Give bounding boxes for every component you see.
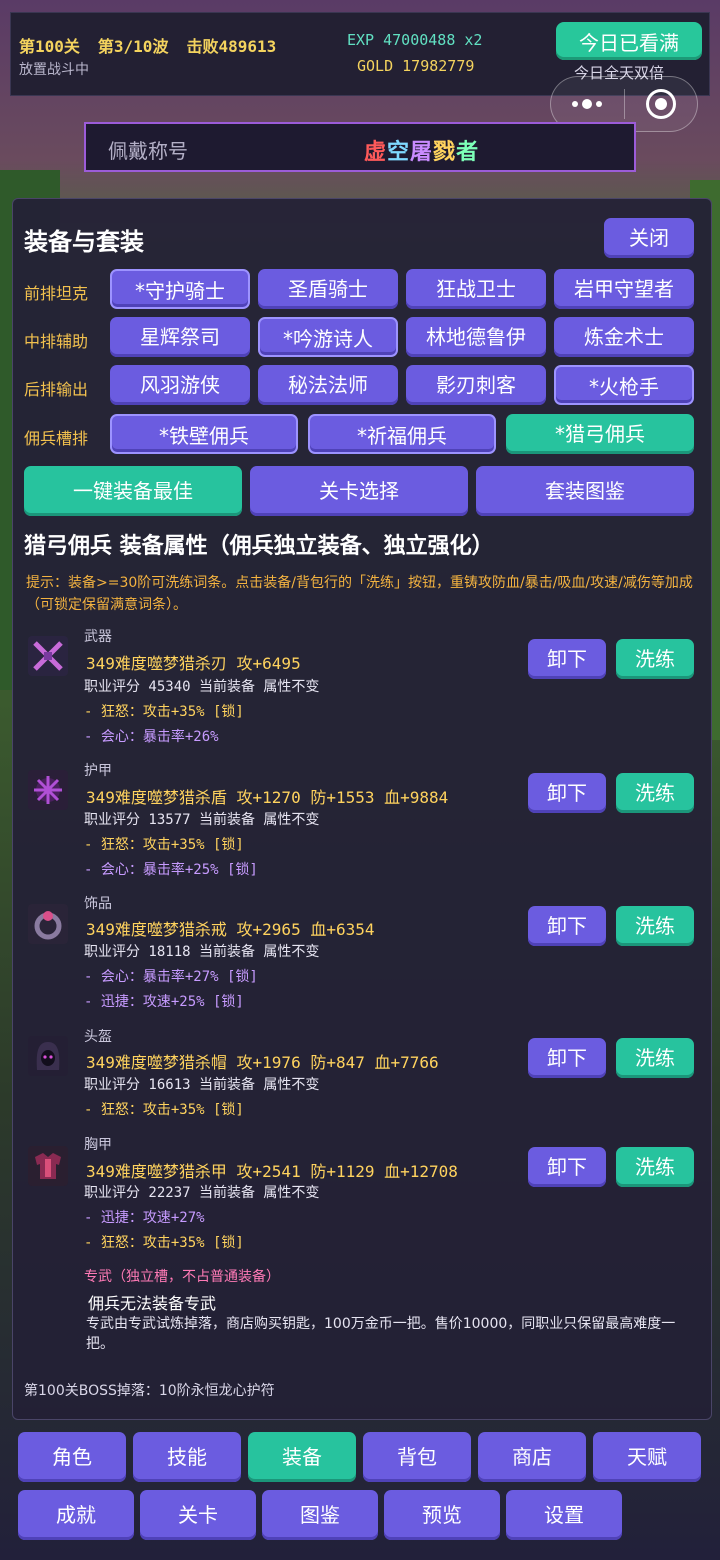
row-label-mid: 中排辅助 — [24, 332, 89, 351]
battle-progress: 第100关 第3/10波 击败489613 — [19, 33, 294, 57]
panel-title: 装备与套装 — [24, 228, 144, 256]
item-attr: - 狂怒：攻击+35% [锁] — [84, 704, 244, 720]
item-meta: 职业评分 13577 当前装备 属性不变 — [84, 812, 320, 828]
row-label-front: 前排坦克 — [24, 284, 89, 303]
watch-ad-button[interactable]: 今日已看满 — [556, 22, 702, 60]
unequip-button[interactable]: 卸下 — [528, 1038, 606, 1078]
defeated-count: 击败489613 — [186, 37, 277, 56]
class-iron-wall-merc[interactable]: *铁壁佣兵 — [110, 414, 298, 454]
exclusive-weapon-status: 佣兵无法装备专武 — [88, 1294, 217, 1313]
set-codex-button[interactable]: 套装图鉴 — [476, 466, 694, 516]
class-holy-shield-knight[interactable]: 圣盾骑士 — [258, 269, 398, 309]
nav-character[interactable]: 角色 — [18, 1432, 126, 1482]
reroll-button[interactable]: 洗练 — [616, 773, 694, 813]
class-bard[interactable]: *吟游诗人 — [258, 317, 398, 357]
class-berserker-guard[interactable]: 狂战卫士 — [406, 269, 546, 309]
nav-talent[interactable]: 天赋 — [593, 1432, 701, 1482]
battle-status: 放置战斗中 — [19, 62, 89, 78]
item-attr: - 狂怒：攻击+35% [锁] — [84, 837, 244, 853]
reroll-button[interactable]: 洗练 — [616, 1038, 694, 1078]
stage-label: 第100关 — [19, 37, 80, 56]
item-attr: - 狂怒：攻击+35% [锁] — [84, 1102, 244, 1118]
class-ranger[interactable]: 风羽游侠 — [110, 365, 250, 405]
item-meta: 职业评分 18118 当前装备 属性不变 — [84, 944, 320, 960]
boss-drop-note: 第100关BOSS掉落：10阶永恒龙心护符 — [24, 1383, 275, 1399]
item-meta: 职业评分 16613 当前装备 属性不变 — [84, 1077, 320, 1093]
nav-backpack[interactable]: 背包 — [363, 1432, 471, 1482]
hood-icon — [28, 1036, 68, 1076]
slot-label: 武器 — [84, 629, 112, 645]
item-name: 349难度噬梦猎杀戒 攻+2965 血+6354 — [86, 920, 375, 939]
unequip-button[interactable]: 卸下 — [528, 1147, 606, 1187]
item-name: 349难度噬梦猎杀盾 攻+1270 防+1553 血+9884 — [86, 788, 449, 807]
exclusive-weapon-description: 专武由专武试炼掉落，商店购买钥匙，100万金币一把。售价10000，同职业只保留… — [86, 1316, 676, 1352]
exp-readout: EXP 47000488 x2 — [347, 31, 483, 49]
class-arcane-mage[interactable]: 秘法法师 — [258, 365, 398, 405]
gold-readout: GOLD 17982779 — [357, 57, 475, 75]
exclusive-weapon-title: 专武（独立槽，不占普通装备） — [84, 1269, 280, 1285]
more-dots-icon — [572, 99, 603, 109]
item-name: 349难度噬梦猎杀刃 攻+6495 — [86, 654, 301, 673]
class-blessing-merc[interactable]: *祈福佣兵 — [308, 414, 496, 454]
nav-skills[interactable]: 技能 — [133, 1432, 241, 1482]
title-label: 佩戴称号 — [108, 139, 188, 163]
close-button[interactable]: 关闭 — [604, 218, 694, 258]
item-attr: - 迅捷：攻速+25% [锁] — [84, 994, 244, 1010]
unequip-button[interactable]: 卸下 — [528, 906, 606, 946]
nav-equipment[interactable]: 装备 — [248, 1432, 356, 1482]
nav-stages[interactable]: 关卡 — [140, 1490, 256, 1540]
nav-settings[interactable]: 设置 — [506, 1490, 622, 1540]
class-alchemist[interactable]: 炼金术士 — [554, 317, 694, 357]
item-attr: - 会心：暴击率+26% — [84, 729, 219, 745]
reroll-button[interactable]: 洗练 — [616, 1147, 694, 1187]
item-attr: - 会心：暴击率+25% [锁] — [84, 862, 258, 878]
reroll-hint: 提示：装备>=30阶可洗练词条。点击装备/背包行的「洗练」按钮，重铸攻防血/暴击… — [26, 575, 693, 613]
class-shadow-assassin[interactable]: 影刃刺客 — [406, 365, 546, 405]
auto-equip-button[interactable]: 一键装备最佳 — [24, 466, 242, 516]
title-value: 虚空屠戮者 — [364, 140, 480, 165]
item-name: 349难度噬梦猎杀甲 攻+2541 防+1129 血+12708 — [86, 1162, 458, 1181]
slot-label: 头盔 — [84, 1029, 112, 1045]
item-meta: 职业评分 45340 当前装备 属性不变 — [84, 679, 320, 695]
reroll-button[interactable]: 洗练 — [616, 906, 694, 946]
item-attr: - 迅捷：攻速+27% — [84, 1210, 205, 1226]
nav-preview[interactable]: 预览 — [384, 1490, 500, 1540]
nav-shop[interactable]: 商店 — [478, 1432, 586, 1482]
section-title: 猎弓佣兵 装备属性（佣兵独立装备、独立强化） — [24, 534, 494, 559]
nav-codex[interactable]: 图鉴 — [262, 1490, 378, 1540]
class-rock-warden[interactable]: 岩甲守望者 — [554, 269, 694, 309]
equipped-title-bar[interactable]: 佩戴称号 虚空屠戮者 — [84, 122, 636, 172]
ring-icon — [28, 904, 68, 944]
slot-label: 胸甲 — [84, 1137, 112, 1153]
sword-icon — [28, 636, 68, 676]
item-attr: - 狂怒：攻击+35% [锁] — [84, 1235, 244, 1251]
slot-label: 护甲 — [84, 763, 112, 779]
row-label-mercenary: 佣兵槽排 — [24, 429, 89, 448]
item-meta: 职业评分 22237 当前装备 属性不变 — [84, 1185, 320, 1201]
slot-label: 饰品 — [84, 896, 112, 912]
class-musketeer[interactable]: *火枪手 — [554, 365, 694, 405]
row-label-back: 后排输出 — [24, 380, 89, 399]
unequip-button[interactable]: 卸下 — [528, 639, 606, 679]
shield-icon — [28, 770, 68, 810]
nav-achievements[interactable]: 成就 — [18, 1490, 134, 1540]
item-attr: - 会心：暴击率+27% [锁] — [84, 969, 258, 985]
reroll-button[interactable]: 洗练 — [616, 639, 694, 679]
wave-label: 第3/10波 — [97, 37, 169, 56]
class-hunting-bow-merc[interactable]: *猎弓佣兵 — [506, 414, 694, 454]
unequip-button[interactable]: 卸下 — [528, 773, 606, 813]
item-name: 349难度噬梦猎杀帽 攻+1976 防+847 血+7766 — [86, 1053, 439, 1072]
close-target-icon — [645, 89, 676, 119]
stage-select-button[interactable]: 关卡选择 — [250, 466, 468, 516]
chest-armor-icon — [28, 1146, 68, 1186]
class-druid[interactable]: 林地德鲁伊 — [406, 317, 546, 357]
class-star-priest[interactable]: 星辉祭司 — [110, 317, 250, 357]
class-guardian-knight[interactable]: *守护骑士 — [110, 269, 250, 309]
